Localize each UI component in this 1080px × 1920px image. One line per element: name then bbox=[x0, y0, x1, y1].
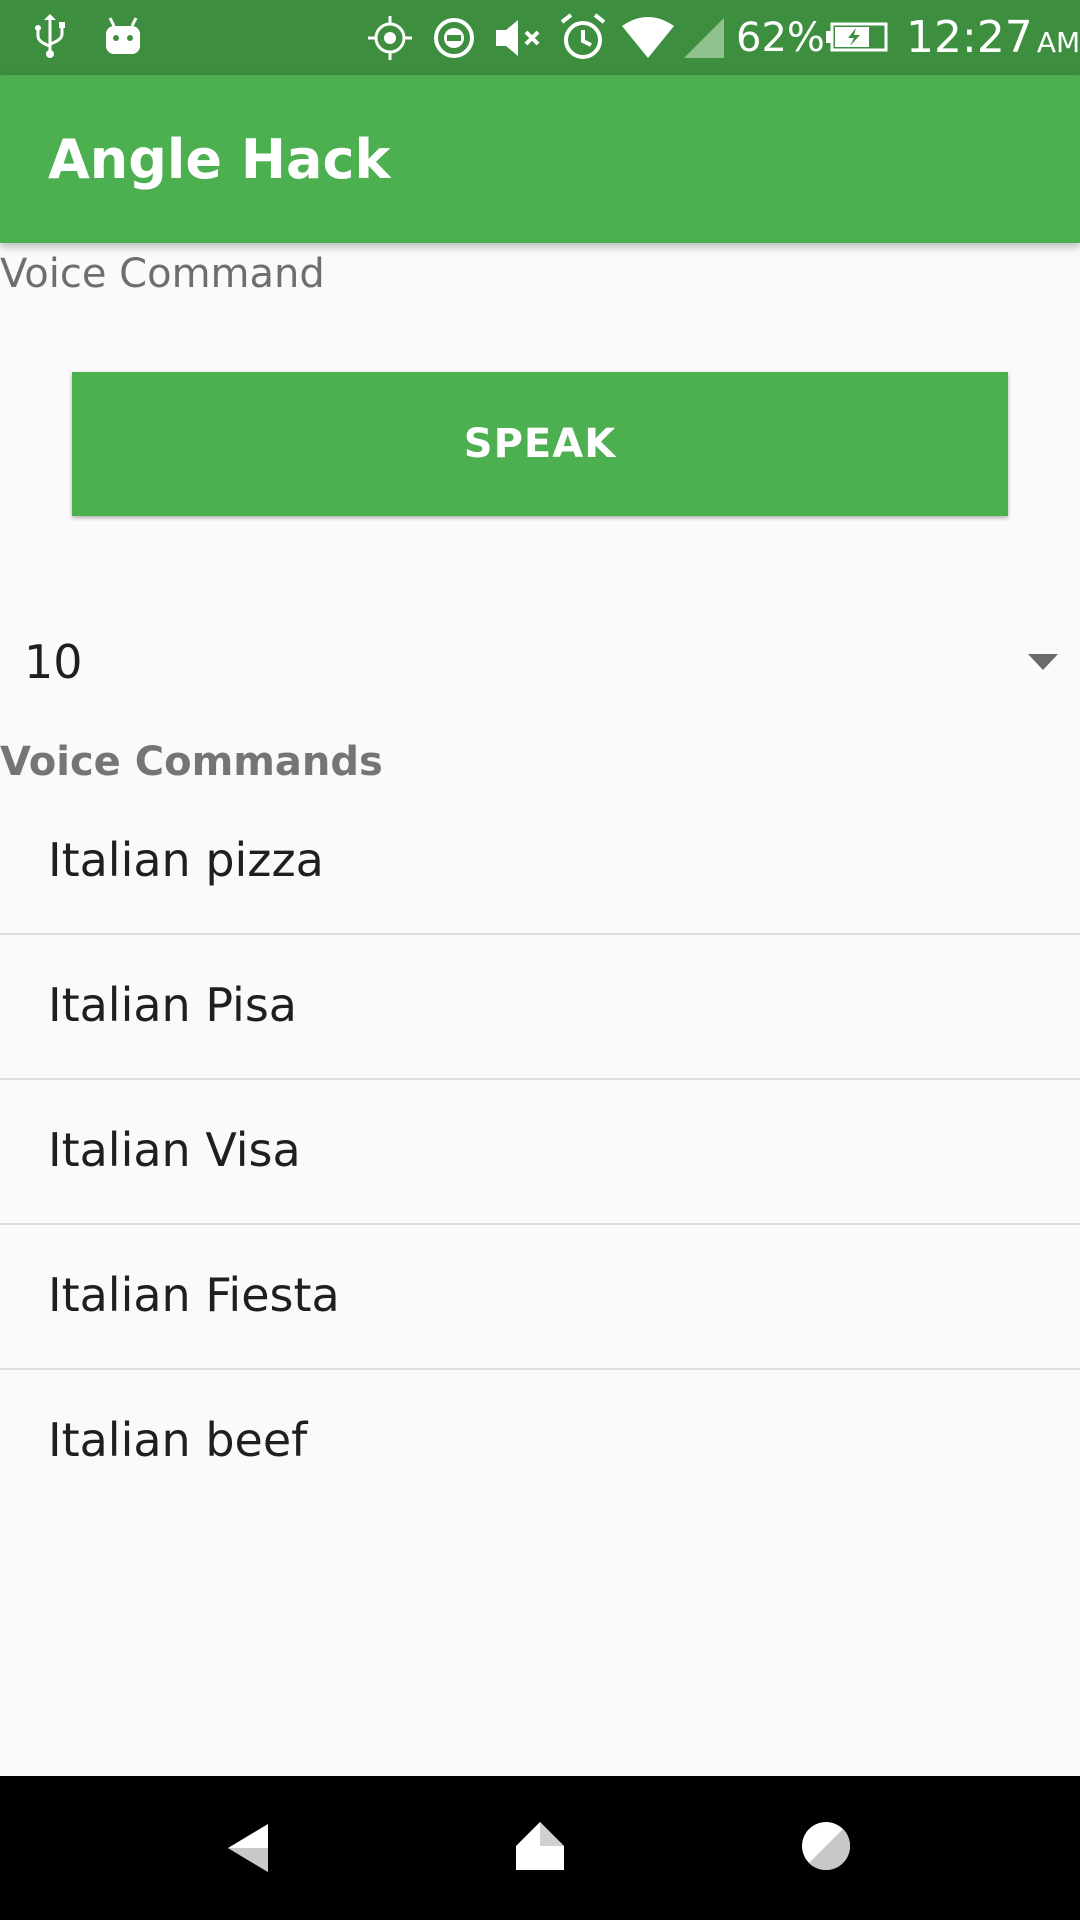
location-icon bbox=[368, 16, 412, 60]
do-not-disturb-icon bbox=[434, 18, 474, 58]
usb-icon bbox=[35, 14, 65, 58]
voice-commands-list: Italian pizza Italian Pisa Italian Visa … bbox=[0, 790, 1080, 1515]
list-item[interactable]: Italian Fiesta bbox=[0, 1225, 1080, 1370]
list-item-text: Italian pizza bbox=[48, 833, 324, 887]
voice-command-label: Voice Command bbox=[0, 251, 325, 297]
battery-percent: 62% bbox=[736, 15, 825, 61]
battery-charging-icon bbox=[826, 22, 888, 52]
list-item-text: Italian Pisa bbox=[48, 978, 297, 1032]
list-item-text: Italian beef bbox=[48, 1413, 308, 1467]
clock: 12:27 AM bbox=[906, 10, 1080, 71]
list-item[interactable]: Italian beef bbox=[0, 1370, 1080, 1515]
clock-ampm: AM bbox=[1036, 26, 1080, 59]
navigation-bar bbox=[0, 1776, 1080, 1920]
list-item[interactable]: Italian Pisa bbox=[0, 935, 1080, 1080]
speak-button[interactable]: SPEAK bbox=[72, 372, 1008, 516]
wifi-icon bbox=[622, 17, 674, 58]
app-title: Angle Hack bbox=[48, 128, 391, 191]
android-debug-icon bbox=[106, 17, 140, 54]
home-icon[interactable] bbox=[514, 1820, 566, 1872]
list-item[interactable]: Italian pizza bbox=[0, 790, 1080, 935]
voice-commands-header: Voice Commands bbox=[0, 739, 383, 785]
mute-icon bbox=[496, 20, 540, 56]
app-screen: 62% 12:27 AM Angle Hack Voice Command SPE… bbox=[0, 0, 1080, 1920]
clock-time: 12:27 bbox=[906, 12, 1033, 63]
signal-icon bbox=[684, 18, 724, 58]
spinner-selected-value: 10 bbox=[24, 635, 83, 689]
app-bar: Angle Hack bbox=[0, 75, 1080, 243]
alarm-icon bbox=[560, 13, 606, 59]
status-bar: 62% 12:27 AM bbox=[0, 0, 1080, 75]
dropdown-arrow-icon bbox=[1028, 654, 1058, 670]
back-icon[interactable] bbox=[224, 1820, 274, 1876]
list-item-text: Italian Fiesta bbox=[48, 1268, 340, 1322]
count-spinner[interactable]: 10 bbox=[0, 620, 1080, 704]
list-item-text: Italian Visa bbox=[48, 1123, 301, 1177]
list-item[interactable]: Italian Visa bbox=[0, 1080, 1080, 1225]
recents-icon[interactable] bbox=[800, 1820, 852, 1872]
